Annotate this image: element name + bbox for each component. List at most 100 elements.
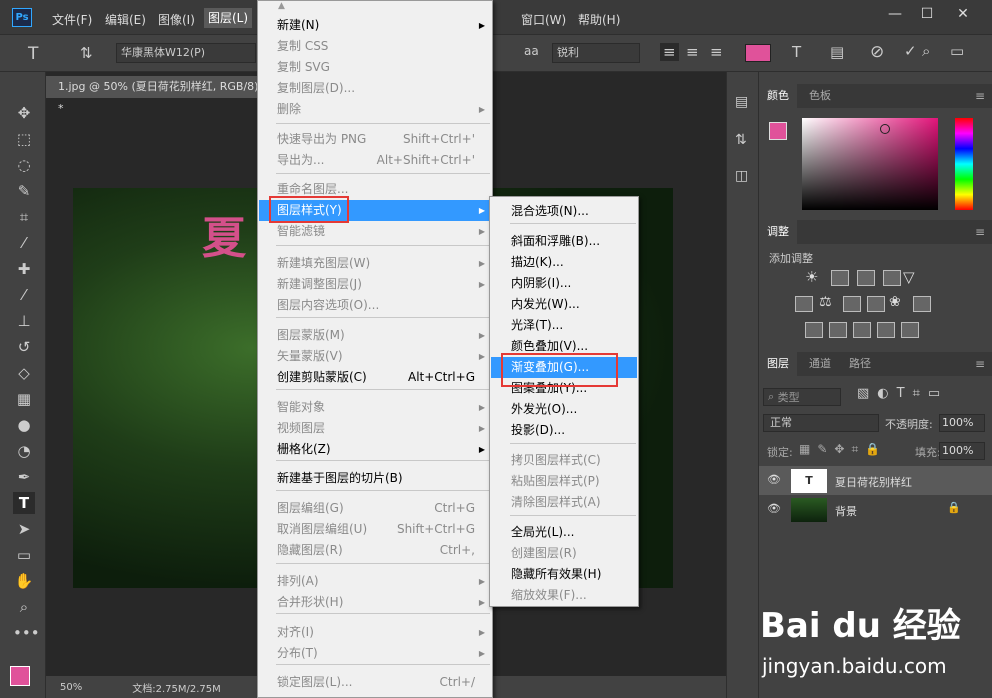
submenu-item[interactable]: 混合选项(N)... <box>491 201 637 222</box>
tab-channels[interactable]: 通道 <box>801 352 839 376</box>
menu-item[interactable]: 分布(T) ▶ <box>259 643 491 664</box>
submenu-item[interactable]: 缩放效果(F)... <box>491 585 637 606</box>
align-center-icon[interactable]: ≡ <box>686 43 699 61</box>
menu-item[interactable]: 智能滤镜 ▶ <box>259 221 491 242</box>
scroll-up-icon[interactable]: ▲ <box>278 1 285 11</box>
move-tool-icon[interactable]: ✥ <box>13 102 35 124</box>
menu-item[interactable]: 新建填充图层(W) ▶ <box>259 253 491 274</box>
vibrance-icon[interactable]: ▽ <box>903 268 915 286</box>
document-tab[interactable]: 1.jpg @ 50% (夏日荷花别样红, RGB/8) * <box>46 76 266 115</box>
opacity-input[interactable]: 100% <box>939 414 985 432</box>
menu-item[interactable]: 图层编组(G) Ctrl+G <box>259 498 491 519</box>
panel-menu-icon[interactable]: ≡ <box>975 89 985 103</box>
submenu-item[interactable]: 粘贴图层样式(P) <box>491 471 637 492</box>
eye-icon[interactable]: 👁 <box>767 502 781 515</box>
eyedropper-tool-icon[interactable]: ⁄ <box>13 232 35 254</box>
black-white-icon[interactable] <box>843 296 861 312</box>
color-picker-handle[interactable] <box>880 124 890 134</box>
antialias-select[interactable]: 锐利 <box>552 43 640 63</box>
minimize-icon[interactable]: — <box>884 6 906 24</box>
pen-tool-icon[interactable]: ✒ <box>13 466 35 488</box>
text-color-swatch[interactable] <box>745 44 771 62</box>
hue-saturation-icon[interactable] <box>795 296 813 312</box>
menu-item[interactable]: 图层蒙版(M) ▶ <box>259 325 491 346</box>
menu-item[interactable]: 新建基于图层的切片(B) <box>259 468 491 489</box>
channel-mixer-icon[interactable]: ❀ <box>889 294 901 310</box>
menu-item[interactable]: 视频图层 ▶ <box>259 418 491 439</box>
history-brush-tool-icon[interactable]: ↺ <box>13 336 35 358</box>
menu-item[interactable]: 快速导出为 PNG Shift+Ctrl+' <box>259 129 491 150</box>
hand-tool-icon[interactable]: ✋ <box>13 570 35 592</box>
canvas-text-layer[interactable]: 夏 <box>202 202 246 266</box>
threshold-icon[interactable] <box>853 322 871 338</box>
submenu-item[interactable]: 隐藏所有效果(H) <box>491 564 637 585</box>
invert-icon[interactable] <box>805 322 823 338</box>
menu-item[interactable]: 排列(A) ▶ <box>259 571 491 592</box>
blur-tool-icon[interactable]: ● <box>13 414 35 436</box>
history-panel-icon[interactable]: ▤ <box>735 94 748 110</box>
search-icon[interactable]: ⌕ <box>922 42 930 60</box>
menu-item[interactable]: 智能对象 ▶ <box>259 397 491 418</box>
color-picker-field[interactable] <box>802 118 938 210</box>
submenu-item[interactable]: 光泽(T)... <box>491 315 637 336</box>
submenu-item[interactable]: 清除图层样式(A) <box>491 492 637 513</box>
foreground-color-swatch[interactable] <box>10 666 30 686</box>
brush-tool-icon[interactable]: ⁄ <box>13 284 35 306</box>
tab-adjustments[interactable]: 调整 <box>759 220 797 244</box>
menu-item[interactable]: 取消图层编组(U) Shift+Ctrl+G <box>259 519 491 540</box>
more-tools-icon[interactable]: ••• <box>13 622 40 644</box>
layers-menu-icon[interactable]: ≡ <box>975 357 985 371</box>
menu-item[interactable]: 合并形状(H) ▶ <box>259 592 491 613</box>
levels-icon[interactable] <box>831 270 849 286</box>
zoom-tool-icon[interactable]: ⌕ <box>13 596 35 618</box>
exposure-icon[interactable] <box>883 270 901 286</box>
tab-color[interactable]: 颜色 <box>759 84 797 108</box>
menu-layer[interactable]: 图层(L) <box>204 8 253 28</box>
menu-file[interactable]: 文件(F) <box>52 11 92 28</box>
color-lookup-icon[interactable] <box>913 296 931 312</box>
layer-row[interactable]: 👁 背景 🔒 <box>759 495 992 524</box>
lasso-tool-icon[interactable]: ◌ <box>13 154 35 176</box>
maximize-icon[interactable]: ☐ <box>916 6 938 24</box>
brightness-icon[interactable]: ☀ <box>805 268 818 286</box>
menu-item[interactable]: 导出为... Alt+Shift+Ctrl+' <box>259 150 491 171</box>
eye-icon[interactable]: 👁 <box>767 473 781 486</box>
align-left-icon[interactable]: ≡ <box>660 43 679 61</box>
character-panel-icon[interactable]: ▤ <box>830 43 844 61</box>
menu-item[interactable]: 复制图层(D)... <box>259 78 491 99</box>
layer-name[interactable]: 背景 <box>835 503 857 519</box>
submenu-item[interactable]: 拷贝图层样式(C) <box>491 450 637 471</box>
close-icon[interactable]: ✕ <box>952 6 974 24</box>
layer-name[interactable]: 夏日荷花别样红 <box>835 474 912 490</box>
type-tool-icon[interactable]: T <box>13 492 35 514</box>
lock-icons[interactable]: ▦✎✥⌗🔒 <box>799 442 887 457</box>
stamp-tool-icon[interactable]: ⊥ <box>13 310 35 332</box>
blend-mode-select[interactable]: 正常 <box>763 414 879 432</box>
tab-layers[interactable]: 图层 <box>759 352 797 376</box>
quick-select-tool-icon[interactable]: ✎ <box>13 180 35 202</box>
layer-filter-icons[interactable]: ▧◐T⌗▭ <box>857 386 948 401</box>
zoom-level[interactable]: 50% <box>60 682 82 693</box>
adjust-menu-icon[interactable]: ≡ <box>975 225 985 239</box>
menu-item[interactable]: 锁定图层(L)... Ctrl+/ <box>259 672 491 693</box>
submenu-item[interactable]: 描边(K)... <box>491 252 637 273</box>
fill-input[interactable]: 100% <box>939 442 985 460</box>
menu-item[interactable]: 图层内容选项(O)... <box>259 295 491 316</box>
submenu-item[interactable]: 创建图层(R) <box>491 543 637 564</box>
gradient-tool-icon[interactable]: ▦ <box>13 388 35 410</box>
shape-tool-icon[interactable]: ▭ <box>13 544 35 566</box>
submenu-item[interactable]: 内阴影(I)... <box>491 273 637 294</box>
properties-panel-icon[interactable]: ⇅ <box>735 132 747 148</box>
3d-panel-icon[interactable]: ◫ <box>735 168 748 184</box>
menu-item[interactable]: 对齐(I) ▶ <box>259 622 491 643</box>
commit-icon[interactable]: ✓ <box>904 42 917 60</box>
posterize-icon[interactable] <box>829 322 847 338</box>
menu-item[interactable]: 隐藏图层(R) Ctrl+, <box>259 540 491 561</box>
menu-edit[interactable]: 编辑(E) <box>105 11 146 28</box>
gradient-map-icon[interactable] <box>901 322 919 338</box>
dodge-tool-icon[interactable]: ◔ <box>13 440 35 462</box>
selective-color-icon[interactable] <box>877 322 895 338</box>
align-right-icon[interactable]: ≡ <box>710 43 723 61</box>
color-balance-icon[interactable]: ⚖ <box>819 294 832 310</box>
layer-filter-select[interactable]: ⌕ 类型 <box>763 388 841 406</box>
